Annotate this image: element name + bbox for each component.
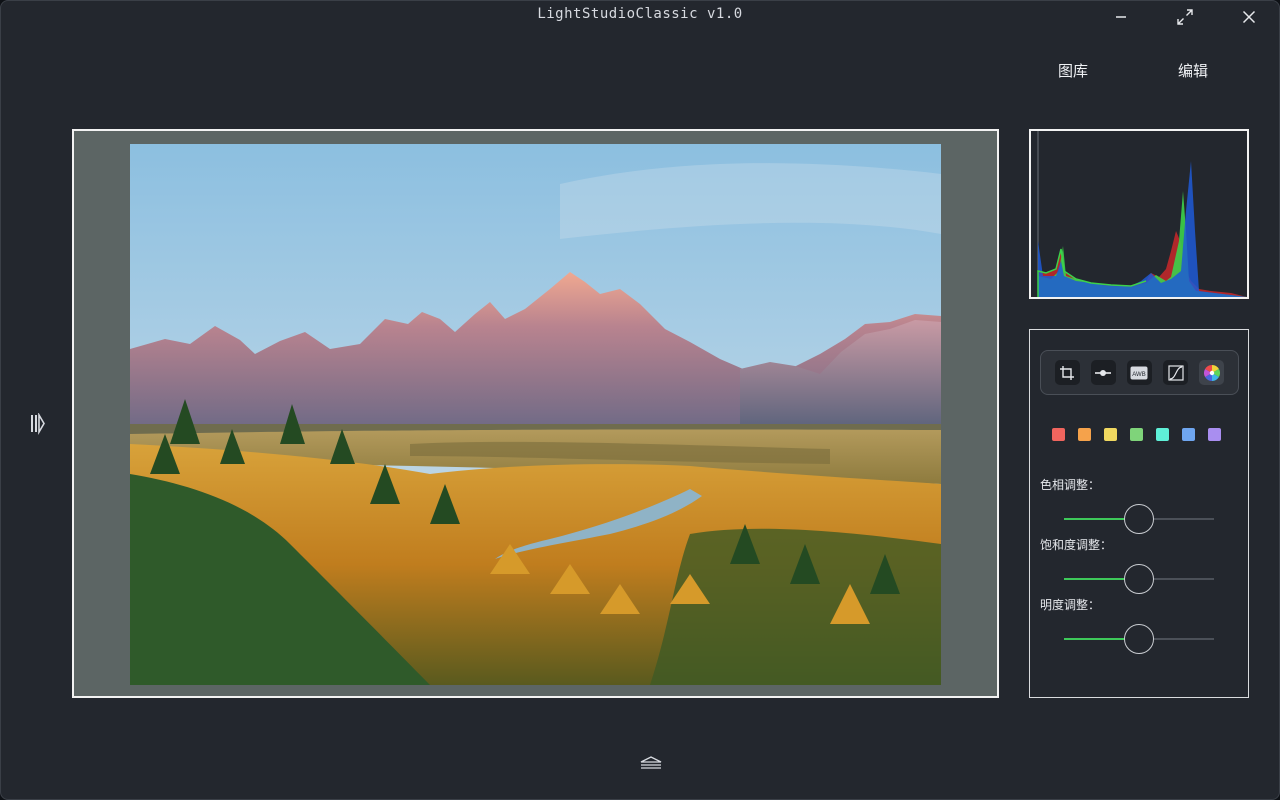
swatch-orange[interactable] bbox=[1078, 428, 1091, 441]
hue-slider[interactable] bbox=[1064, 503, 1214, 535]
curves-tool-button[interactable] bbox=[1163, 360, 1189, 385]
window-title: LightStudioClassic v1.0 bbox=[537, 6, 743, 22]
app-window: LightStudioClassic v1.0 图库 编辑 AWB 色相调整： … bbox=[0, 0, 1280, 800]
nav-edit[interactable]: 编辑 bbox=[1178, 60, 1208, 81]
swatch-aqua[interactable] bbox=[1156, 428, 1169, 441]
nav-library[interactable]: 图库 bbox=[1058, 60, 1088, 81]
slider-icon bbox=[1095, 369, 1112, 376]
brightness-slider[interactable] bbox=[1064, 623, 1214, 655]
sidebar-toggle-button[interactable] bbox=[29, 412, 47, 435]
swatch-blue[interactable] bbox=[1182, 428, 1195, 441]
color-swatches bbox=[1052, 428, 1221, 441]
hue-label: 色相调整： bbox=[1040, 478, 1101, 492]
saturation-slider-knob[interactable] bbox=[1124, 564, 1154, 594]
expand-icon bbox=[1177, 9, 1193, 25]
awb-label: AWB bbox=[1133, 372, 1146, 378]
white-balance-tool-button[interactable]: AWB bbox=[1126, 360, 1152, 385]
hue-slider-knob[interactable] bbox=[1124, 504, 1154, 534]
color-tool-button[interactable] bbox=[1199, 360, 1225, 385]
close-button[interactable] bbox=[1235, 5, 1263, 29]
eject-icon bbox=[640, 756, 662, 769]
crop-icon bbox=[1060, 365, 1075, 380]
close-icon bbox=[1242, 10, 1256, 24]
sidebar-toggle-icon bbox=[31, 412, 45, 435]
swatch-yellow[interactable] bbox=[1104, 428, 1117, 441]
crop-tool-button[interactable] bbox=[1054, 360, 1080, 385]
minimize-icon bbox=[1116, 16, 1126, 18]
levels-tool-button[interactable] bbox=[1090, 360, 1116, 385]
histogram bbox=[1029, 129, 1249, 299]
brightness-label: 明度调整： bbox=[1040, 598, 1101, 612]
color-wheel-icon bbox=[1203, 364, 1220, 381]
curve-icon bbox=[1168, 364, 1184, 381]
image-viewer bbox=[72, 129, 999, 698]
tool-toolbar: AWB bbox=[1040, 350, 1239, 395]
swatch-purple[interactable] bbox=[1208, 428, 1221, 441]
minimize-button[interactable] bbox=[1107, 5, 1135, 29]
saturation-label: 饱和度调整： bbox=[1040, 538, 1113, 552]
brightness-slider-knob[interactable] bbox=[1124, 624, 1154, 654]
landscape-photo bbox=[130, 144, 941, 685]
saturation-slider[interactable] bbox=[1064, 563, 1214, 595]
maximize-button[interactable] bbox=[1171, 5, 1199, 29]
filmstrip-toggle-button[interactable] bbox=[639, 755, 663, 771]
photo-preview[interactable] bbox=[130, 144, 941, 685]
swatch-red[interactable] bbox=[1052, 428, 1065, 441]
histogram-chart bbox=[1037, 131, 1247, 297]
tool-panel: AWB 色相调整： 饱和度调整： 明度调整： bbox=[1029, 329, 1249, 698]
awb-icon: AWB bbox=[1130, 366, 1148, 379]
swatch-green[interactable] bbox=[1130, 428, 1143, 441]
